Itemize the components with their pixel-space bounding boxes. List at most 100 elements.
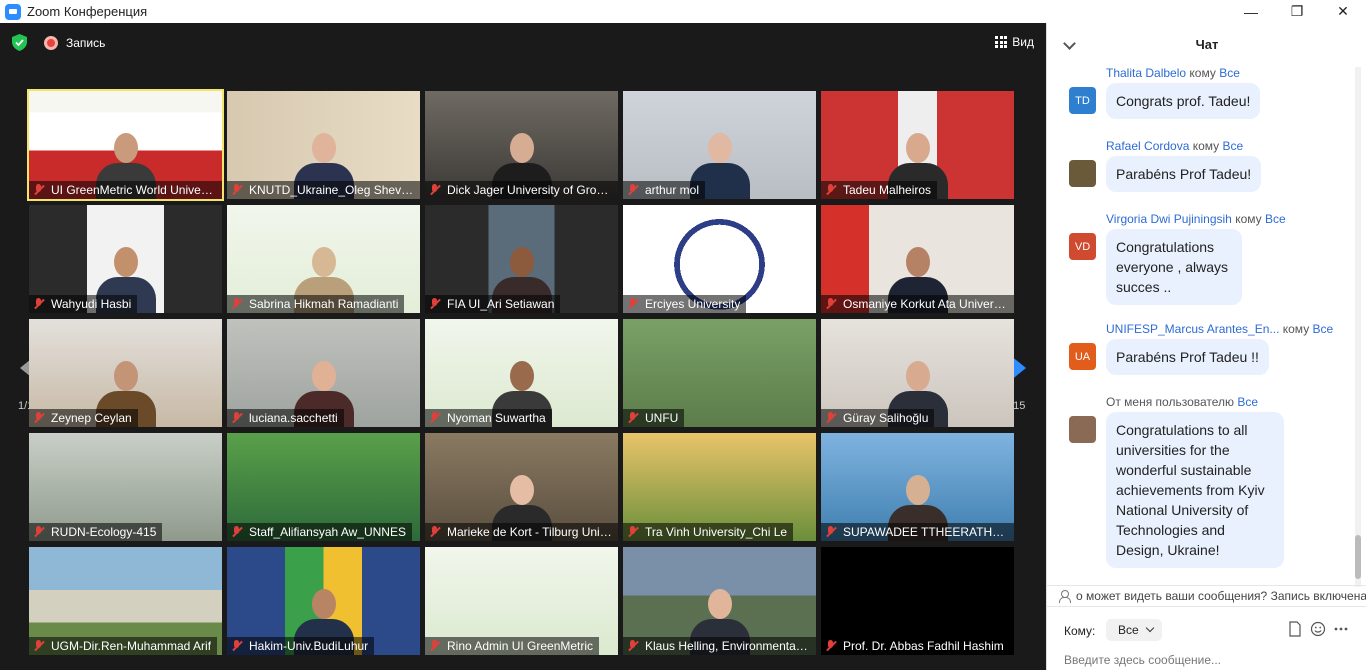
participant-tile[interactable]: Tra Vinh University_Chi Le bbox=[623, 433, 816, 541]
participant-name: Prof. Dr. Abbas Fadhil Hashim bbox=[821, 637, 1010, 655]
participant-name: Osmaniye Korkut Ata University bbox=[821, 295, 1014, 313]
participant-name: Wahyudi Hasbi bbox=[29, 295, 138, 313]
participant-name: UI GreenMetric World University Rankings bbox=[29, 181, 222, 199]
message-sender[interactable]: UNIFESP_Marcus Arantes_En... bbox=[1106, 322, 1279, 336]
window-title: Zoom Конференция bbox=[27, 4, 148, 19]
participant-name: SUPAWADEE TTHEERATHAMRONGSAKUL bbox=[821, 523, 1014, 541]
view-label: Вид bbox=[1012, 35, 1034, 49]
avatar bbox=[1069, 416, 1096, 443]
participant-tile[interactable]: Klaus Helling, Environmental Campus bbox=[623, 547, 816, 655]
participant-name: Sabrina Hikmah Ramadianti bbox=[227, 295, 405, 313]
participant-name: Tadeu Malheiros bbox=[821, 181, 938, 199]
close-button[interactable]: ✕ bbox=[1320, 0, 1366, 23]
scrollbar-thumb[interactable] bbox=[1355, 535, 1361, 579]
participant-tile[interactable]: RUDN-Ecology-415 bbox=[29, 433, 222, 541]
participant-tile[interactable]: Güray Salihoğlu bbox=[821, 319, 1014, 427]
zoom-logo-icon bbox=[5, 3, 21, 20]
security-shield-icon[interactable] bbox=[12, 34, 27, 51]
message-bubble: Parabéns Prof Tadeu! bbox=[1106, 156, 1262, 192]
chat-scrollbar[interactable] bbox=[1355, 67, 1361, 587]
participant-name: Erciyes University bbox=[623, 295, 747, 313]
participant-tile[interactable]: Tadeu Malheiros bbox=[821, 91, 1014, 199]
zoom-window: Zoom Конференция — ❐ ✕ Запись Вид 1/15 U… bbox=[0, 0, 1366, 670]
participant-name: UNFU bbox=[623, 409, 685, 427]
participant-tile[interactable]: luciana.sacchetti bbox=[227, 319, 420, 427]
maximize-button[interactable]: ❐ bbox=[1274, 0, 1320, 23]
meeting-area: Запись Вид 1/15 1/15 UI GreenMetric Worl… bbox=[0, 23, 1046, 670]
chat-title: Чат bbox=[1195, 37, 1219, 52]
participant-name: Marieke de Kort - Tilburg University bbox=[425, 523, 618, 541]
participant-tile[interactable]: Prof. Dr. Abbas Fadhil Hashim bbox=[821, 547, 1014, 655]
file-icon[interactable] bbox=[1287, 621, 1303, 637]
muted-mic-icon bbox=[825, 412, 837, 424]
participant-tile[interactable]: Erciyes University bbox=[623, 205, 816, 313]
chevron-down-icon bbox=[1145, 623, 1155, 633]
participant-tile[interactable]: Rino Admin UI GreenMetric bbox=[425, 547, 618, 655]
participant-tile[interactable]: SUPAWADEE TTHEERATHAMRONGSAKUL bbox=[821, 433, 1014, 541]
recording-indicator[interactable]: Запись bbox=[44, 36, 105, 50]
meeting-top-bar: Запись Вид bbox=[0, 23, 1046, 63]
avatar: VD bbox=[1069, 233, 1096, 260]
participant-name: FIA UI_Ari Setiawan bbox=[425, 295, 561, 313]
participant-name: arthur mol bbox=[623, 181, 706, 199]
message-sender[interactable]: Rafael Cordova bbox=[1106, 139, 1189, 153]
participant-tile[interactable]: Staff_Alifiansyah Aw_UNNES bbox=[227, 433, 420, 541]
chat-message-input[interactable]: Введите здесь сообщение... bbox=[1064, 653, 1354, 667]
participant-tile[interactable]: Nyoman Suwartha bbox=[425, 319, 618, 427]
more-icon[interactable] bbox=[1333, 621, 1349, 637]
participant-tile[interactable]: UGM-Dir.Ren-Muhammad Arif bbox=[29, 547, 222, 655]
muted-mic-icon bbox=[627, 298, 639, 310]
title-bar: Zoom Конференция — ❐ ✕ bbox=[0, 0, 1366, 23]
message-bubble: Congratulations everyone , always succes… bbox=[1106, 229, 1242, 305]
participant-name: Dick Jager University of Groningen bbox=[425, 181, 618, 199]
chat-header: Чат bbox=[1047, 23, 1366, 65]
record-icon bbox=[44, 36, 58, 50]
muted-mic-icon bbox=[33, 526, 45, 538]
muted-mic-icon bbox=[627, 412, 639, 424]
participant-tile[interactable]: Osmaniye Korkut Ata University bbox=[821, 205, 1014, 313]
chat-compose: Кому: Все Введите здесь сообщение... bbox=[1047, 606, 1366, 670]
muted-mic-icon bbox=[429, 298, 441, 310]
message-sender[interactable]: Thalita Dalbelo bbox=[1106, 66, 1186, 80]
participant-tile[interactable]: Marieke de Kort - Tilburg University bbox=[425, 433, 618, 541]
gallery-grid-icon bbox=[995, 36, 1008, 48]
muted-mic-icon bbox=[429, 526, 441, 538]
muted-mic-icon bbox=[231, 412, 243, 424]
muted-mic-icon bbox=[627, 184, 639, 196]
message-sender[interactable]: Virgoria Dwi Pujiningsih bbox=[1106, 212, 1232, 226]
muted-mic-icon bbox=[825, 640, 837, 652]
minimize-button[interactable]: — bbox=[1228, 0, 1274, 23]
avatar: TD bbox=[1069, 87, 1096, 114]
participant-tile[interactable]: Zeynep Ceylan bbox=[29, 319, 222, 427]
message-sender: От меня пользователю bbox=[1106, 395, 1235, 409]
recipient-select[interactable]: Все bbox=[1106, 619, 1162, 641]
chat-messages: Thalita Dalbelo кому Все TD Congrats pro… bbox=[1047, 65, 1357, 585]
participant-name: Tra Vinh University_Chi Le bbox=[623, 523, 794, 541]
muted-mic-icon bbox=[429, 640, 441, 652]
muted-mic-icon bbox=[627, 640, 639, 652]
gallery-grid: UI GreenMetric World University Rankings… bbox=[27, 89, 1017, 657]
participant-tile[interactable]: FIA UI_Ari Setiawan bbox=[425, 205, 618, 313]
message-bubble: Parabéns Prof Tadeu !! bbox=[1106, 339, 1269, 375]
participant-name: Klaus Helling, Environmental Campus bbox=[623, 637, 816, 655]
muted-mic-icon bbox=[33, 412, 45, 424]
message-bubble: Congrats prof. Tadeu! bbox=[1106, 83, 1261, 119]
participant-tile[interactable]: UNFU bbox=[623, 319, 816, 427]
participant-tile[interactable]: KNUTD_Ukraine_Oleg Shevchenko bbox=[227, 91, 420, 199]
muted-mic-icon bbox=[825, 184, 837, 196]
recording-label: Запись bbox=[66, 36, 106, 50]
participant-name: luciana.sacchetti bbox=[227, 409, 344, 427]
participant-tile[interactable]: Wahyudi Hasbi bbox=[29, 205, 222, 313]
participant-tile[interactable]: arthur mol bbox=[623, 91, 816, 199]
emoji-icon[interactable] bbox=[1310, 621, 1326, 637]
participant-tile[interactable]: Sabrina Hikmah Ramadianti bbox=[227, 205, 420, 313]
muted-mic-icon bbox=[429, 184, 441, 196]
muted-mic-icon bbox=[231, 640, 243, 652]
participant-tile[interactable]: UI GreenMetric World University Rankings bbox=[27, 89, 224, 201]
participant-tile[interactable]: Hakim-Univ.BudiLuhur bbox=[227, 547, 420, 655]
muted-mic-icon bbox=[33, 184, 45, 196]
participant-tile[interactable]: Dick Jager University of Groningen bbox=[425, 91, 618, 199]
view-button[interactable]: Вид bbox=[995, 35, 1034, 49]
chat-privacy-notice[interactable]: о может видеть ваши сообщения? Запись вк… bbox=[1047, 585, 1366, 605]
to-label: Кому: bbox=[1064, 624, 1096, 638]
